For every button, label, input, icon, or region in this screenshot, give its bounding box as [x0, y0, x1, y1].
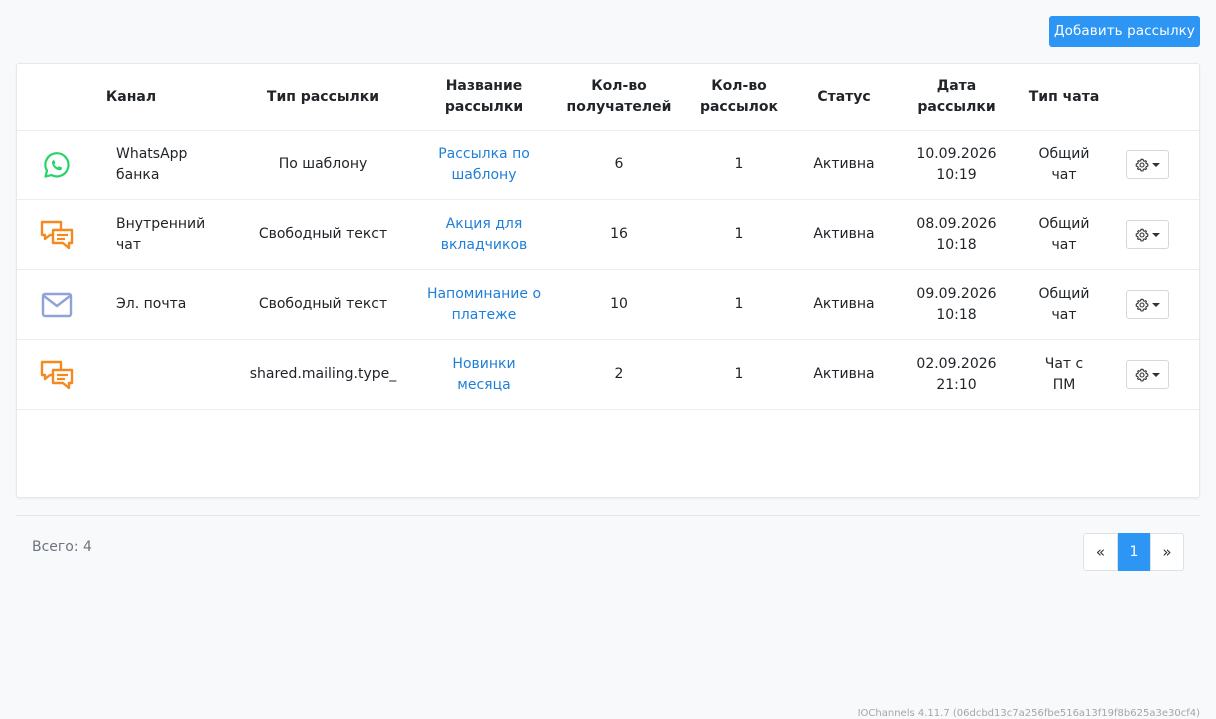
- gear-icon: [1135, 228, 1149, 242]
- channel-icon-cell: [17, 130, 97, 199]
- mailings-count: 1: [734, 296, 744, 312]
- actions-cell: [1125, 130, 1170, 199]
- mailing-name-link[interactable]: Новинки месяца: [426, 340, 542, 409]
- channel-icon-cell: [17, 200, 97, 269]
- row-actions-button[interactable]: [1126, 220, 1169, 249]
- recipients-count: 10: [610, 296, 628, 312]
- row-actions-button[interactable]: [1126, 360, 1169, 389]
- table-row: Внутренний чат Свободный текст Акция для вкл…: [17, 200, 1199, 270]
- status-text: Активна: [813, 366, 875, 382]
- gear-icon: [1135, 368, 1149, 382]
- mailing-date: 08.09.2026 10:18: [916, 215, 997, 253]
- mailing-type: По шаблону: [278, 156, 368, 172]
- mailing-type: Свободный текст: [258, 226, 388, 242]
- divider: [16, 515, 1200, 516]
- mailing-name-link[interactable]: Акция для вкладчиков: [426, 200, 542, 269]
- header-chat-type: Тип чата: [1028, 88, 1100, 105]
- channel-icon-cell: [17, 340, 97, 409]
- row-actions-button[interactable]: [1126, 290, 1169, 319]
- chat-type: Общий чат: [1038, 145, 1090, 183]
- mailing-date: 02.09.2026 21:10: [916, 355, 997, 393]
- recipients-count: 6: [614, 156, 624, 172]
- pagination: « 1 »: [1083, 533, 1184, 571]
- header-date: Дата рассылки: [917, 78, 996, 115]
- header-count: Кол-во рассылок: [699, 78, 779, 115]
- status-text: Активна: [813, 226, 875, 242]
- chat-type: Чат с ПМ: [1044, 355, 1084, 393]
- mailings-table: Канал Тип рассылки Название рассылки Кол-…: [16, 63, 1200, 498]
- prev-page-button[interactable]: «: [1083, 533, 1118, 571]
- caret-down-icon: [1152, 372, 1160, 377]
- recipients-count: 16: [610, 226, 628, 242]
- total-count: Всего: 4: [32, 539, 92, 555]
- version-footer: IOChannels 4.11.7 (06dcbd13c7a256fbe516a…: [857, 708, 1200, 719]
- header-name: Название рассылки: [444, 78, 524, 115]
- header-type: Тип рассылки: [266, 88, 380, 105]
- table-header: Канал Тип рассылки Название рассылки Кол-…: [17, 64, 1199, 131]
- page-1-button[interactable]: 1: [1118, 533, 1150, 571]
- table-row: Эл. почта Свободный текст Напоминание о пла…: [17, 270, 1199, 340]
- status-text: Активна: [813, 296, 875, 312]
- caret-down-icon: [1152, 162, 1160, 167]
- actions-cell: [1125, 200, 1170, 269]
- row-actions-button[interactable]: [1126, 150, 1169, 179]
- channel-icon-cell: [17, 270, 97, 339]
- status-text: Активна: [813, 156, 875, 172]
- table-row: shared.mailing.type_ Новинки месяца 2 1 Актив…: [17, 340, 1199, 410]
- chat-type: Общий чат: [1038, 285, 1090, 323]
- header-recipients: Кол-во получателей: [566, 78, 672, 115]
- mailing-type: Свободный текст: [258, 296, 388, 312]
- add-mailing-button[interactable]: Добавить рассылку: [1049, 16, 1200, 47]
- channel-name: Эл. почта: [116, 296, 187, 312]
- actions-cell: [1125, 340, 1170, 409]
- header-channel: Канал: [105, 88, 157, 105]
- gear-icon: [1135, 298, 1149, 312]
- recipients-count: 2: [614, 366, 624, 382]
- chat-type: Общий чат: [1038, 215, 1090, 253]
- actions-cell: [1125, 270, 1170, 339]
- mailing-date: 10.09.2026 10:19: [916, 145, 997, 183]
- mailing-name-link[interactable]: Рассылка по шаблону: [426, 130, 542, 199]
- header-status: Статус: [817, 88, 871, 105]
- mailing-date: 09.09.2026 10:18: [916, 285, 997, 323]
- chat-icon: [39, 219, 75, 251]
- mailing-name-link[interactable]: Напоминание о платеже: [426, 270, 542, 339]
- table-row: WhatsApp банка По шаблону Рассылка по шаблон…: [17, 130, 1199, 200]
- whatsapp-icon: [42, 150, 72, 180]
- mailings-count: 1: [734, 226, 744, 242]
- mailing-type: shared.mailing.type_: [249, 366, 397, 382]
- channel-name: WhatsApp банка: [116, 145, 188, 183]
- mail-icon: [41, 292, 73, 318]
- gear-icon: [1135, 158, 1149, 172]
- chat-icon: [39, 359, 75, 391]
- mailings-count: 1: [734, 366, 744, 382]
- channel-name: Внутренний чат: [116, 215, 206, 253]
- caret-down-icon: [1152, 302, 1160, 307]
- mailings-count: 1: [734, 156, 744, 172]
- channel-name: [97, 340, 195, 409]
- caret-down-icon: [1152, 232, 1160, 237]
- next-page-button[interactable]: »: [1150, 533, 1184, 571]
